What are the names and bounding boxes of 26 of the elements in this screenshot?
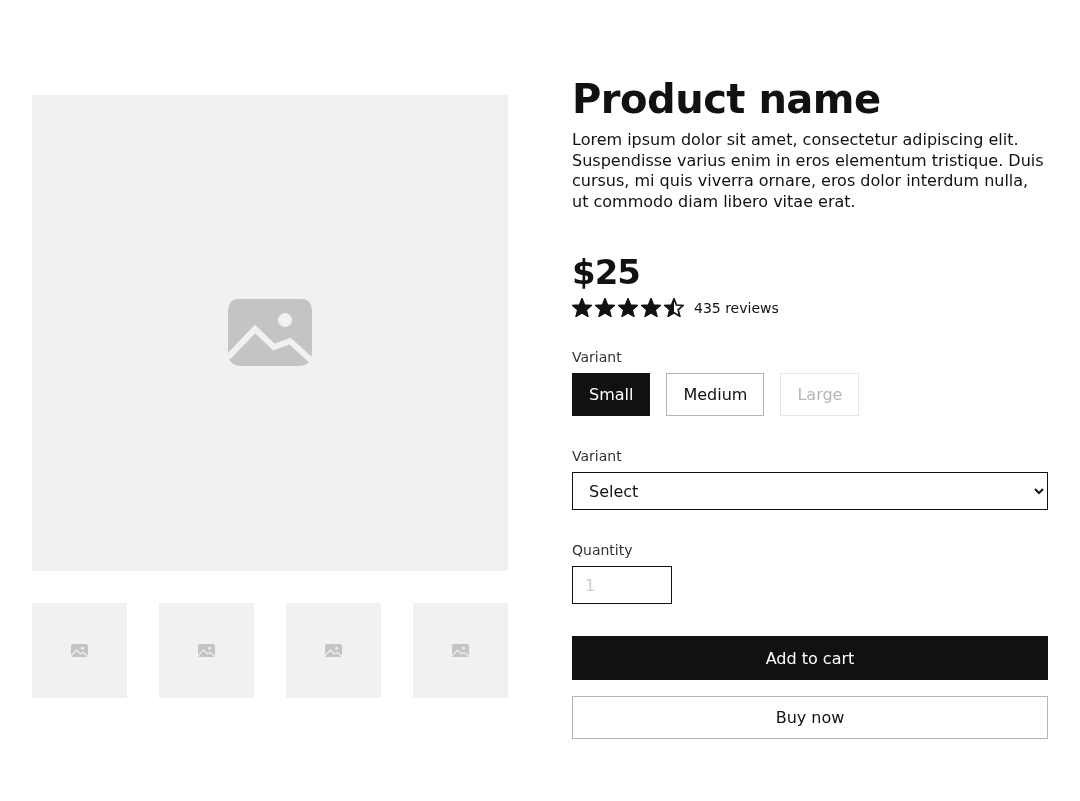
star-icon	[572, 298, 592, 317]
half-star-icon	[664, 298, 684, 317]
star-icon	[641, 298, 661, 317]
field-label: Quantity	[572, 542, 634, 558]
thumbnail[interactable]	[32, 603, 127, 698]
variant-option[interactable]: Medium	[666, 373, 765, 416]
price: $25	[572, 252, 641, 292]
thumbnail[interactable]	[286, 603, 381, 698]
image-icon	[228, 299, 312, 367]
product-description: Lorem ipsum dolor sit amet, consectetur adipiscing elit. Suspendisse varius enim in eros elementum tristique. Duis cursus, mi quis viverra ornare, eros dolor interdum nulla, ut commodo diam libero vitae erat.	[572, 130, 1045, 212]
star-icon	[618, 298, 638, 317]
image-icon	[71, 643, 88, 658]
star-icon	[595, 298, 615, 317]
thumbnail[interactable]	[413, 603, 508, 698]
product-title: Product name	[572, 76, 882, 122]
field-label: Variant	[572, 349, 623, 365]
image-icon	[325, 643, 342, 658]
image-icon	[198, 643, 215, 658]
thumbnail[interactable]	[159, 603, 254, 698]
buy-now-button[interactable]: Buy now	[572, 696, 1048, 739]
variant-select[interactable]: Select	[572, 472, 1048, 510]
variant-option[interactable]: Small	[572, 373, 651, 416]
add-to-cart-button[interactable]: Add to cart	[572, 636, 1048, 680]
image-icon	[452, 643, 469, 658]
review-count: 435 reviews	[694, 299, 779, 316]
field-label: Variant	[572, 448, 623, 464]
